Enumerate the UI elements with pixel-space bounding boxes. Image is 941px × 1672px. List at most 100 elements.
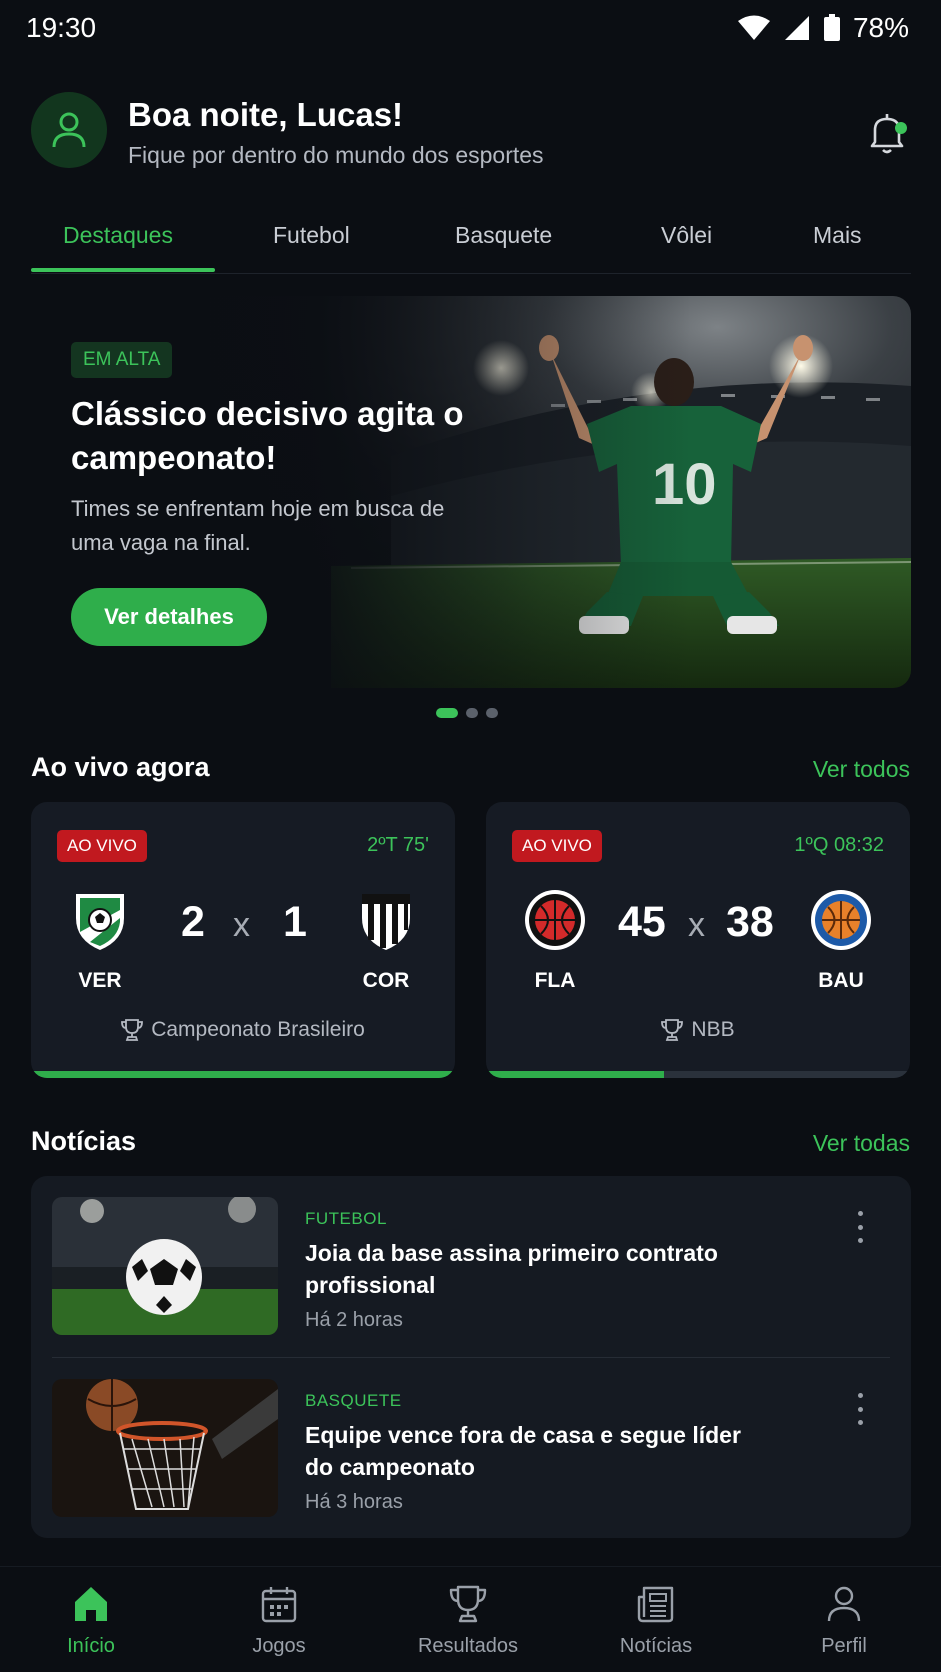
news-section-title: Notícias (31, 1126, 137, 1156)
news-item[interactable]: BASQUETE Equipe vence fora de casa e seg… (52, 1379, 890, 1519)
hero-description: Times se enfrentam hoje em busca de uma … (71, 496, 445, 555)
nav-resultados[interactable]: Resultados (393, 1583, 543, 1658)
live-section-title: Ao vivo agora (31, 752, 210, 782)
hero-tag: EM ALTA (71, 342, 173, 378)
status-icons: 78% (737, 12, 909, 44)
live-badge: AO VIVO (512, 830, 602, 862)
bottom-navigation: Início Jogos Resultados Notícias Perfil (0, 1566, 941, 1672)
tab-futebol[interactable]: Futebol (273, 222, 350, 249)
hero-details-button[interactable]: Ver detalhes (71, 588, 267, 646)
home-team: VER (55, 888, 145, 993)
nav-label: Jogos (252, 1635, 306, 1657)
calendar-icon (261, 1587, 297, 1623)
news-divider (52, 1357, 890, 1358)
news-title: Joia da base assina primeiro contrato pr… (305, 1240, 718, 1298)
league-name: NBB (691, 1018, 735, 1041)
basketball-logo-icon (811, 890, 871, 950)
carousel-indicator (436, 708, 498, 718)
status-bar: 19:30 78% (0, 0, 941, 60)
carousel-dot[interactable] (486, 708, 498, 718)
team-shield-icon (76, 894, 124, 950)
news-time: Há 3 horas (305, 1491, 403, 1513)
newspaper-icon (637, 1586, 674, 1623)
league-label: Campeonato Brasileiro (31, 1018, 455, 1042)
tab-mais[interactable]: Mais (813, 222, 862, 249)
header: Boa noite, Lucas! Fique por dentro do mu… (31, 92, 911, 172)
news-list: FUTEBOL Joia da base assina primeiro con… (31, 1176, 911, 1538)
tab-volei[interactable]: Vôlei (661, 222, 712, 249)
greeting-subtitle: Fique por dentro do mundo dos esportes (128, 142, 544, 168)
match-clock: 1ºQ 08:32 (794, 834, 884, 856)
nav-label: Notícias (619, 1635, 693, 1657)
user-icon (52, 112, 86, 148)
user-icon (827, 1586, 861, 1622)
carousel-dot[interactable] (436, 708, 458, 718)
league-label: NBB (486, 1018, 910, 1042)
news-thumbnail (52, 1379, 278, 1517)
hero-title: Clássico decisivo agita o campeonato! (71, 395, 464, 476)
notification-dot (895, 122, 907, 134)
away-team: BAU (796, 888, 886, 993)
live-badge: AO VIVO (57, 830, 147, 862)
league-name: Campeonato Brasileiro (151, 1018, 365, 1041)
signal-icon (784, 16, 809, 40)
avatar[interactable] (31, 92, 107, 168)
carousel-dot[interactable] (466, 708, 478, 718)
live-see-all-link[interactable]: Ver todos (813, 756, 910, 783)
nav-label: Início (67, 1635, 115, 1657)
live-match-card[interactable]: AO VIVO 1ºQ 08:32 FLA 45 x 38 BAU NBB (486, 802, 910, 1078)
tab-destaques[interactable]: Destaques (63, 222, 173, 249)
greeting-title: Boa noite, Lucas! (128, 96, 404, 133)
battery-level: 78% (852, 12, 909, 43)
home-score: 2 (181, 898, 205, 946)
news-title: Equipe vence fora de casa e segue líder … (305, 1422, 741, 1480)
news-time: Há 2 horas (305, 1309, 403, 1331)
news-category: BASQUETE (305, 1391, 402, 1410)
notifications-button[interactable] (863, 108, 911, 156)
news-category: FUTEBOL (305, 1209, 387, 1228)
match-progress-track (486, 1071, 910, 1078)
nav-jogos[interactable]: Jogos (204, 1583, 354, 1658)
more-options-icon[interactable] (850, 1393, 870, 1425)
match-progress-fill (31, 1071, 455, 1078)
nav-inicio[interactable]: Início (16, 1583, 166, 1658)
match-progress-track (31, 1071, 455, 1078)
home-score: 45 (618, 898, 666, 946)
basketball-logo-icon (525, 890, 585, 950)
home-team: FLA (510, 888, 600, 993)
news-item[interactable]: FUTEBOL Joia da base assina primeiro con… (52, 1197, 890, 1337)
away-score: 38 (726, 898, 774, 946)
basketball-hoop-image (52, 1379, 278, 1517)
home-team-name: VER (78, 969, 122, 992)
nav-label: Resultados (417, 1635, 519, 1657)
trophy-icon (661, 1019, 684, 1041)
news-see-all-link[interactable]: Ver todas (813, 1130, 910, 1157)
tab-basquete[interactable]: Basquete (455, 222, 552, 249)
news-thumbnail (52, 1197, 278, 1335)
score-separator: x (233, 906, 250, 944)
trophy-icon (449, 1585, 487, 1623)
nav-perfil[interactable]: Perfil (769, 1583, 919, 1658)
away-team-name: BAU (818, 969, 864, 992)
tab-underline (31, 268, 215, 272)
away-score: 1 (283, 898, 307, 946)
status-time: 19:30 (26, 12, 97, 43)
home-team-name: FLA (534, 969, 576, 992)
soccer-ball-image (52, 1197, 278, 1335)
home-icon (75, 1587, 107, 1621)
team-shield-icon (362, 894, 410, 950)
live-match-card[interactable]: AO VIVO 2ºT 75' VER 2 x 1 COR Campeonato… (31, 802, 455, 1078)
match-progress-fill (486, 1071, 665, 1078)
trophy-icon (121, 1019, 144, 1041)
away-team: COR (341, 888, 431, 993)
score-separator: x (688, 906, 705, 944)
match-clock: 2ºT 75' (367, 834, 429, 856)
hero-banner[interactable]: 10 EM ALTA Clássico decisivo agita o cam… (31, 296, 911, 688)
battery-icon (823, 14, 840, 41)
away-team-name: COR (362, 969, 410, 992)
nav-label: Perfil (821, 1635, 867, 1657)
more-options-icon[interactable] (850, 1211, 870, 1243)
nav-noticias[interactable]: Notícias (581, 1583, 731, 1658)
wifi-icon (737, 15, 770, 40)
category-tabs: Destaques Futebol Basquete Vôlei Mais (31, 208, 911, 274)
